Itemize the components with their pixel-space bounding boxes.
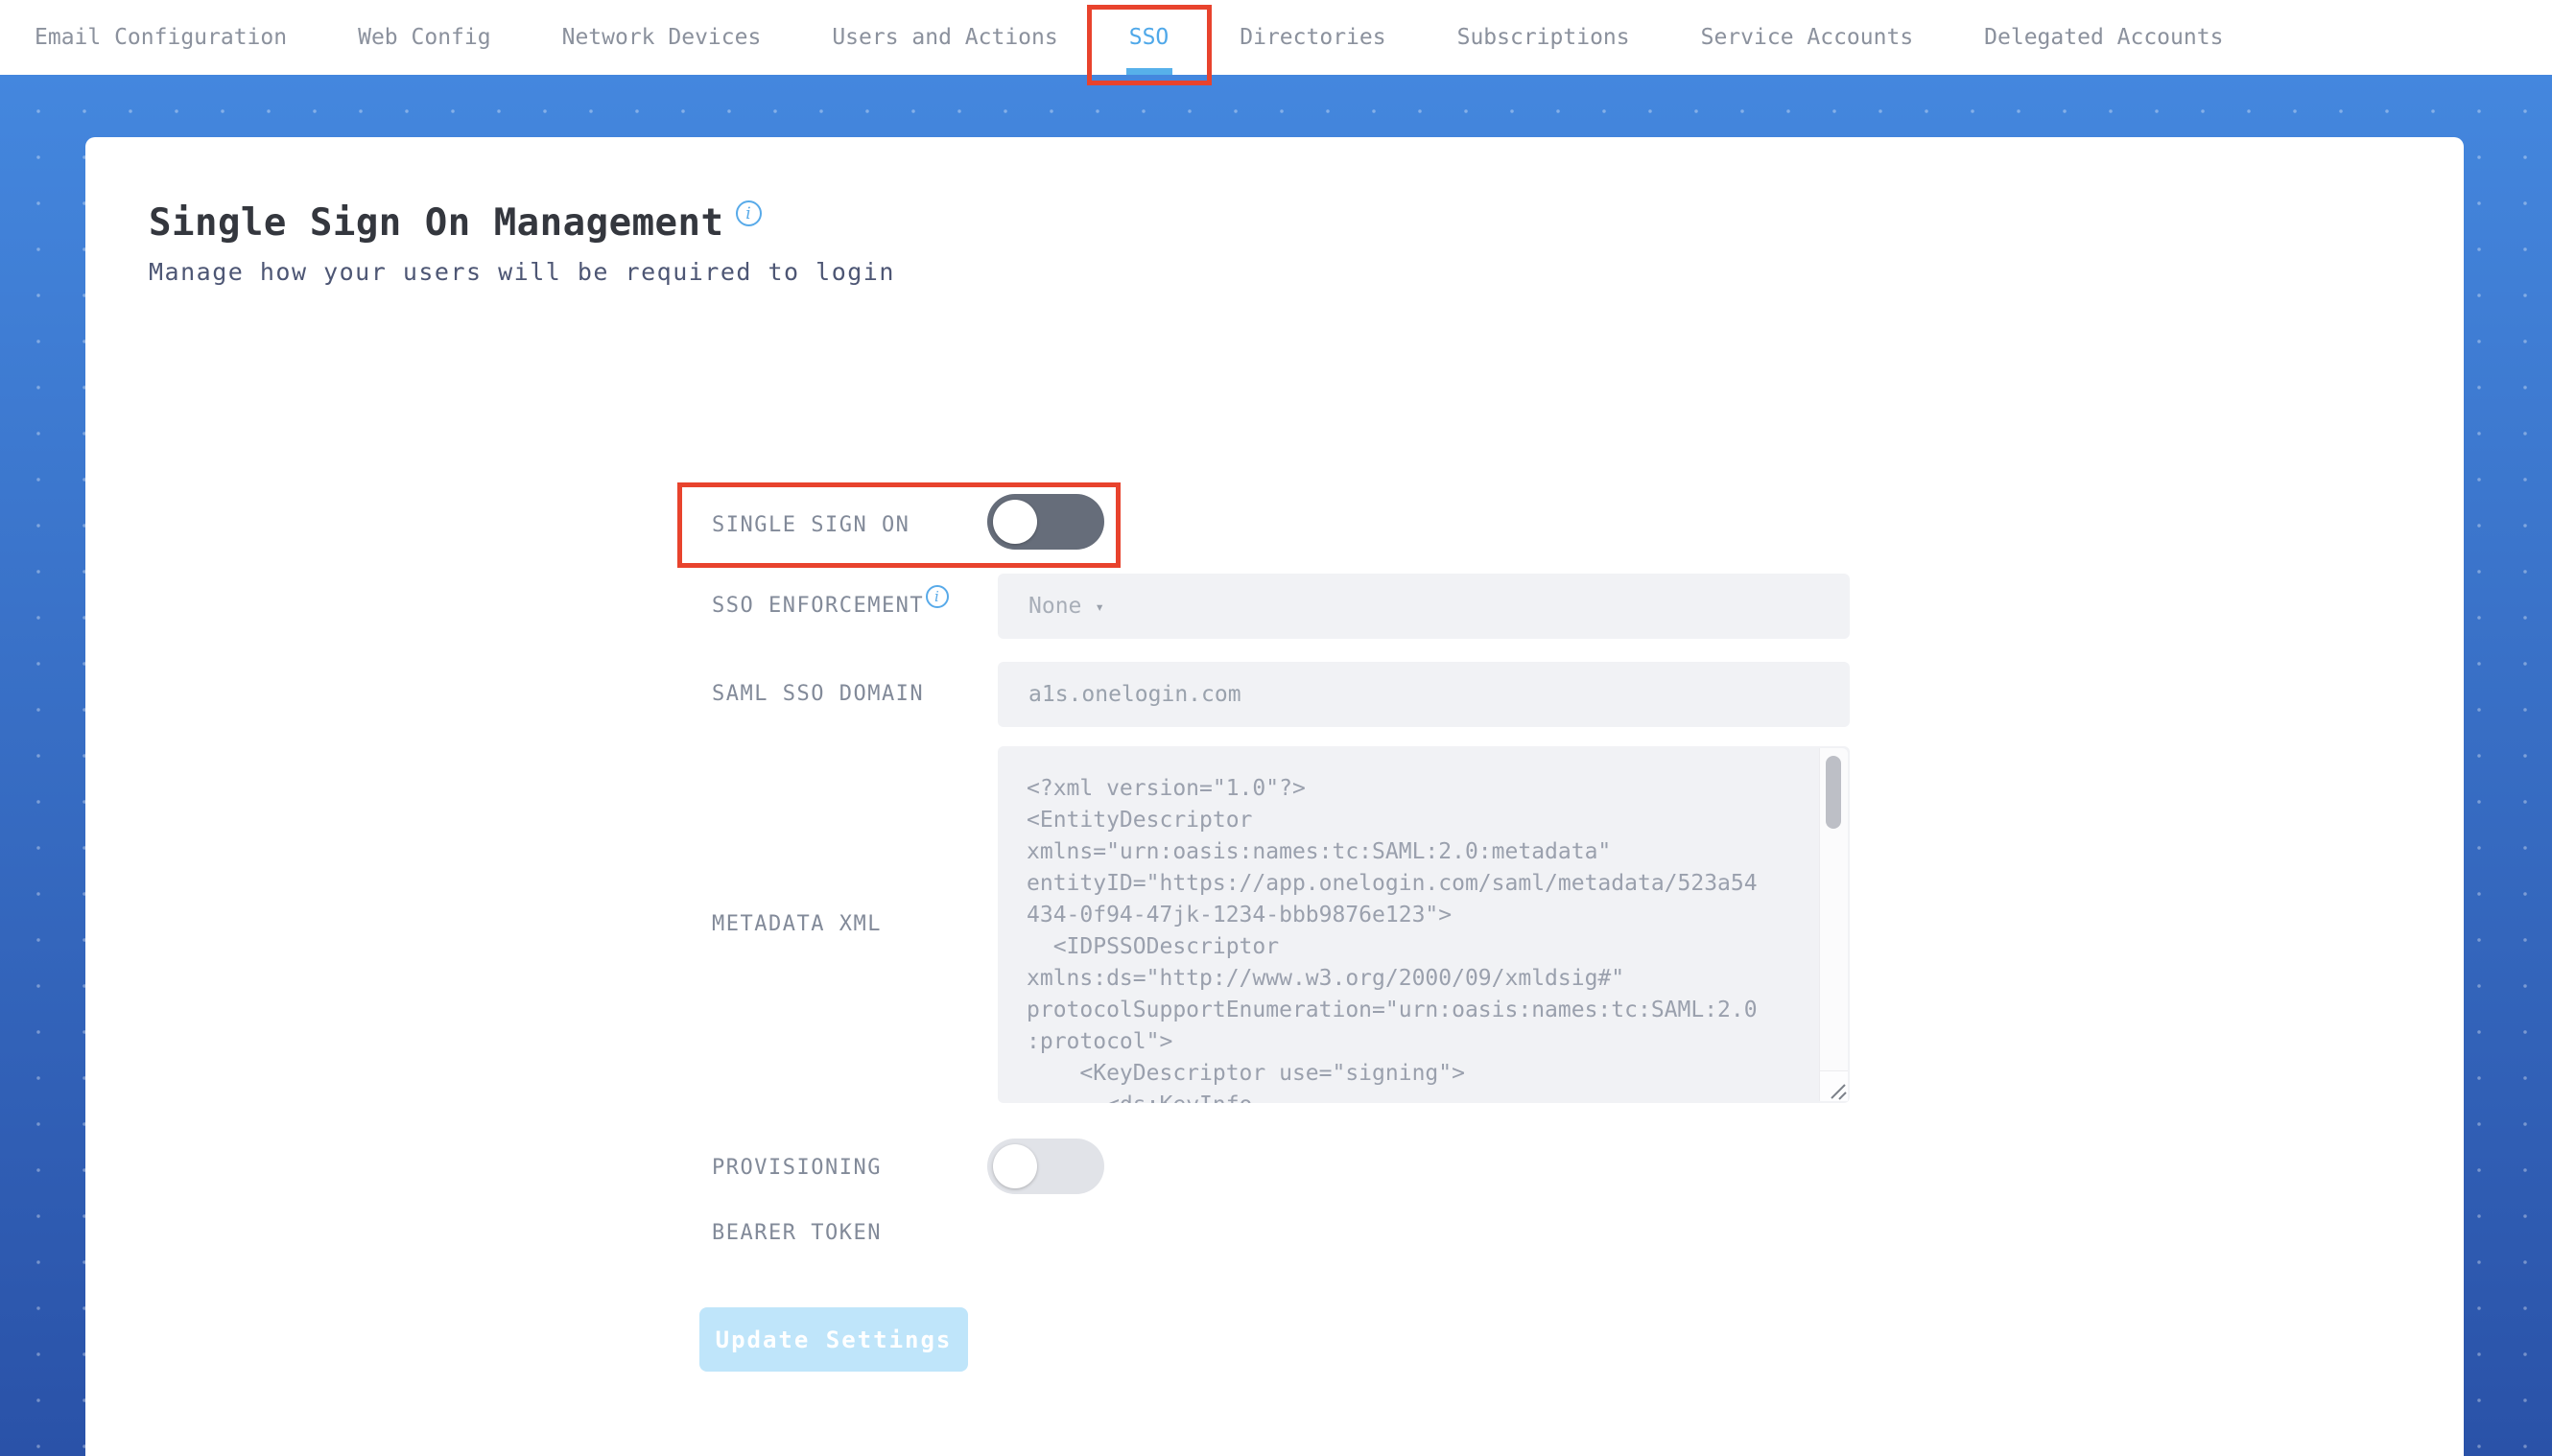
provisioning-label: PROVISIONING (712, 1156, 882, 1180)
sso-enforcement-label: SSO ENFORCEMENT i (712, 585, 950, 619)
page-title: Single Sign On Management (149, 201, 724, 245)
tab-delegated-accounts[interactable]: Delegated Accounts (1984, 25, 2223, 50)
dropdown-caret-icon: ▾ (1095, 597, 1105, 616)
tab-sso[interactable]: SSO (1086, 5, 1212, 85)
resize-handle-icon[interactable] (1826, 1079, 1847, 1100)
tab-web-config[interactable]: Web Config (358, 25, 490, 50)
page-subtitle: Manage how your users will be required t… (149, 258, 895, 286)
metadata-xml-textarea[interactable]: <?xml version="1.0"?> <EntityDescriptor … (998, 746, 1850, 1103)
title-info-icon[interactable]: i (735, 200, 762, 226)
single-sign-on-toggle-knob (993, 500, 1037, 544)
provisioning-toggle-knob (993, 1144, 1037, 1188)
metadata-xml-label: METADATA XML (712, 912, 882, 936)
single-sign-on-label: SINGLE SIGN ON (712, 513, 910, 537)
tab-users-and-actions[interactable]: Users and Actions (832, 25, 1057, 50)
sso-enforcement-label-text: SSO ENFORCEMENT (712, 594, 925, 618)
single-sign-on-toggle[interactable] (987, 494, 1104, 550)
active-tab-underline (1125, 68, 1172, 75)
provisioning-toggle[interactable] (987, 1139, 1104, 1194)
metadata-xml-content: <?xml version="1.0"?> <EntityDescriptor … (1027, 776, 1758, 1103)
tab-service-accounts[interactable]: Service Accounts (1701, 25, 1914, 50)
tab-network-devices[interactable]: Network Devices (562, 25, 762, 50)
tab-directories[interactable]: Directories (1240, 25, 1385, 50)
top-navigation: Email Configuration Web Config Network D… (0, 0, 2552, 85)
tab-sso-label: SSO (1128, 25, 1170, 50)
saml-sso-domain-field[interactable]: a1s.onelogin.com (998, 662, 1850, 727)
saml-sso-domain-value: a1s.onelogin.com (1028, 682, 1241, 707)
tab-subscriptions[interactable]: Subscriptions (1457, 25, 1630, 50)
sso-enforcement-select[interactable]: None ▾ (998, 574, 1850, 639)
saml-sso-domain-label: SAML SSO DOMAIN (712, 682, 925, 706)
update-settings-button[interactable]: Update Settings (699, 1307, 968, 1372)
metadata-scrollbar-track[interactable] (1819, 748, 1848, 1101)
sso-enforcement-value: None (1028, 594, 1082, 619)
metadata-scrollbar-thumb[interactable] (1826, 756, 1841, 829)
tab-email-configuration[interactable]: Email Configuration (35, 25, 287, 50)
sso-enforcement-info-icon[interactable]: i (926, 585, 950, 608)
sso-management-card: Single Sign On Management i Manage how y… (85, 137, 2464, 1456)
bearer-token-label: BEARER TOKEN (712, 1221, 882, 1245)
